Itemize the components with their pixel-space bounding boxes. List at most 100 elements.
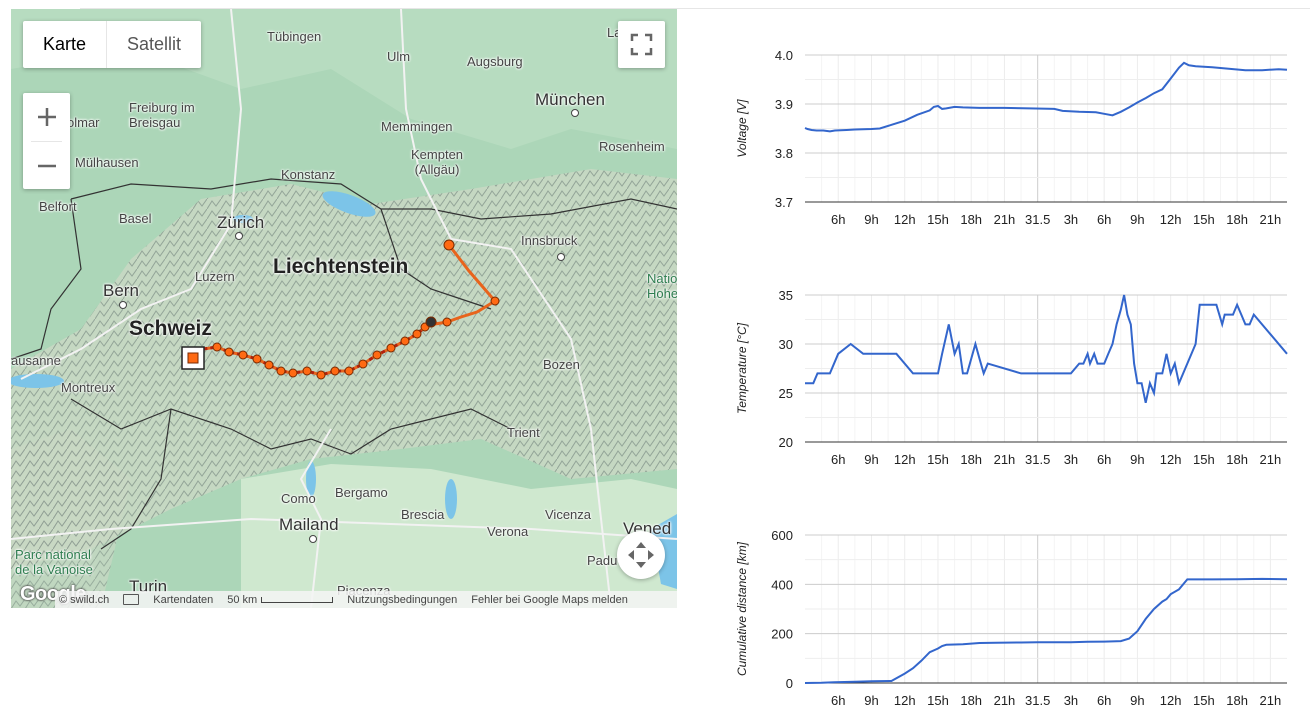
x-tick-label: 9h [864,452,878,467]
place-vanoise: Parc national de la Vanoise [15,547,93,577]
x-tick-label: 9h [1130,452,1144,467]
place-como: Como [281,491,316,506]
map-data-link[interactable]: Kartendaten [153,594,213,606]
x-tick-label: 21h [1260,693,1282,708]
y-tick-label: 4.0 [775,48,793,63]
fullscreen-button[interactable] [618,21,665,68]
place-lausanne: ausanne [11,353,61,368]
place-belfort: Belfort [39,199,77,214]
zoom-in-button[interactable] [23,93,70,141]
x-tick-label: 12h [894,452,916,467]
x-tick-label: 15h [927,693,949,708]
map-attribution-bar: © swild.ch Kartendaten 50 km Nutzungsbed… [55,591,677,608]
x-tick-label: 9h [864,212,878,227]
y-tick-label: 3.7 [775,195,793,210]
place-vicenza: Vicenza [545,507,592,522]
x-tick-label: 21h [994,452,1016,467]
city-dot-innsbruck [557,253,565,261]
x-tick-label: 3h [1064,452,1078,467]
place-muenchen: München [535,90,605,109]
place-nationalpark: Natio Hohe [647,271,677,301]
map-type-map-button[interactable]: Karte [23,21,108,68]
place-freiburg: Freiburg im Breisgau [129,100,195,130]
y-tick-label: 35 [779,288,793,303]
minus-icon [37,164,56,168]
y-tick-label: 200 [771,627,793,642]
place-bern: Bern [103,281,139,300]
place-bozen: Bozen [543,357,580,372]
x-tick-label: 3h [1064,693,1078,708]
y-axis-title: Cumulative distance [km] [735,541,749,676]
scale-bar [261,596,334,603]
x-tick-label: 15h [1193,693,1215,708]
zoom-out-button[interactable] [23,142,70,190]
place-schweiz: Schweiz [129,317,212,340]
place-muelhausen: Mülhausen [75,155,139,170]
y-tick-label: 20 [779,435,793,450]
place-bergamo: Bergamo [335,485,388,500]
x-tick-label: 9h [1130,693,1144,708]
x-tick-label: 3h [1064,212,1078,227]
map-type-control: Karte Satellit [23,21,202,68]
x-tick-label: 9h [864,693,878,708]
distance-chart: 6h 9h 12h 15h 18h 21h 31.5 3h 6h 9h 12h 15h 18h 21h 0 2… [730,520,1310,715]
x-tick-label: 15h [927,212,949,227]
y-tick-label: 30 [779,337,793,352]
place-memmingen: Memmingen [381,119,453,134]
attribution-swild[interactable]: © swild.ch [59,594,109,606]
scale-label: 50 km [227,593,258,606]
scale-control[interactable]: 50 km [227,593,334,606]
place-luzern: Luzern [195,269,235,284]
plus-icon [37,108,56,126]
place-ulm: Ulm [387,49,411,64]
map-type-satellite-button[interactable]: Satellit [107,21,201,68]
fullscreen-icon [630,33,653,56]
zoom-control [23,93,70,189]
city-dot-bern [119,301,127,309]
y-tick-label: 3.8 [775,146,793,161]
y-tick-label: 400 [771,577,793,592]
x-tick-label: 18h [960,693,982,708]
report-error-link[interactable]: Fehler bei Google Maps melden [471,594,628,606]
place-montreux: Montreux [61,380,116,395]
city-dot-muenchen [571,109,579,117]
map-panel[interactable]: Tübingen Ulm Augsburg München Freiburg i… [11,9,677,608]
place-tuebingen: Tübingen [267,29,322,44]
place-konstanz: Konstanz [281,167,336,182]
distance-chart-svg: 6h 9h 12h 15h 18h 21h 31.5 3h 6h 9h 12h 15h 18h 21h 0 2… [735,528,1288,708]
x-tick-label: 12h [1160,452,1182,467]
keyboard-icon[interactable] [123,594,140,605]
place-liechtenstein: Liechtenstein [273,255,409,278]
x-tick-label: 6h [1097,212,1111,227]
place-rosenheim: Rosenheim [599,139,665,154]
place-basel: Basel [119,211,152,226]
series-line [804,577,1288,684]
x-tick-label: 31.5 [1025,693,1050,708]
x-tick-label: 18h [1226,452,1248,467]
voltage-chart-svg: 6h 9h 12h 15h 18h 21h 31.5 3h 6h 9h 12h 15h 18h 21h 3.… [735,48,1288,227]
y-axis-title: Voltage [V] [735,99,749,158]
city-dot-mailand [309,535,317,543]
x-tick-label: 12h [1160,693,1182,708]
x-tick-label: 15h [1193,452,1215,467]
place-colmar: olmar [67,115,100,130]
series-line [805,294,1288,404]
y-tick-label: 25 [779,386,793,401]
x-tick-label: 18h [1226,693,1248,708]
y-tick-label: 0 [786,676,793,691]
x-tick-label: 9h [1130,212,1144,227]
terms-link[interactable]: Nutzungsbedingungen [347,594,457,606]
y-axis-title: Temperature [°C] [735,322,749,414]
city-dot-zuerich [235,232,243,240]
move-arrows-icon [628,542,654,568]
series-line [804,61,1288,133]
place-augsburg: Augsburg [467,54,523,69]
camera-control-button[interactable] [617,531,665,579]
x-tick-label: 21h [994,212,1016,227]
x-tick-label: 6h [831,452,845,467]
place-brescia: Brescia [401,507,445,522]
x-tick-label: 21h [994,693,1016,708]
temperature-chart-svg: 6h 9h 12h 15h 18h 21h 31.5 3h 6h 9h 12h 15h 18h 21h 20… [735,288,1288,467]
top-divider [80,0,1310,9]
place-zuerich: Zürich [217,213,265,232]
